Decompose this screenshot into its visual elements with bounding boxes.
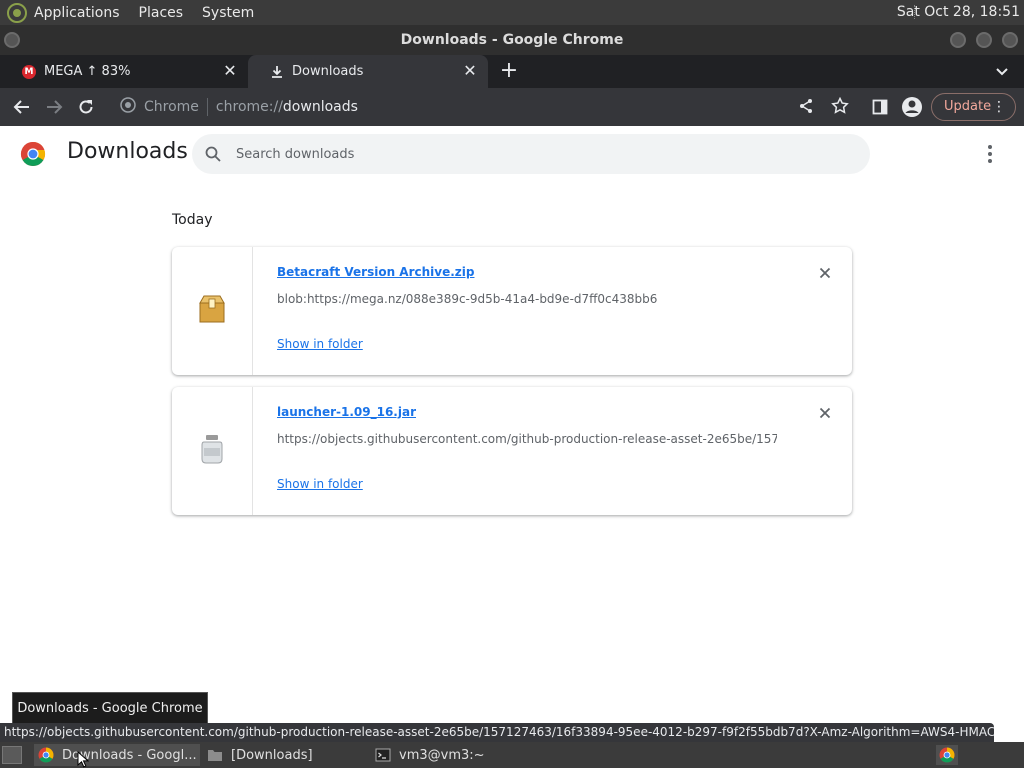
jar-icon (200, 434, 224, 468)
chrome-page-icon[interactable] (120, 97, 136, 117)
terminal-icon (375, 747, 391, 763)
menu-system[interactable]: System (202, 5, 254, 21)
desktop-taskbar: Downloads - Googl... [Downloads] vm3@vm3… (0, 742, 1024, 768)
window-menu-button[interactable] (4, 32, 20, 48)
tab-strip: M MEGA ↑ 83% ✕ Downloads ✕ + (0, 55, 1024, 88)
menu-places[interactable]: Places (139, 5, 184, 21)
tab-mega[interactable]: M MEGA ↑ 83% ✕ (0, 55, 248, 88)
show-in-folder-link[interactable]: Show in folder (277, 477, 363, 491)
forward-arrow-icon[interactable] (43, 96, 65, 118)
browser-menu-icon[interactable]: ⋮ (992, 94, 1006, 120)
back-arrow-icon[interactable] (11, 96, 33, 118)
tray-chrome-icon[interactable] (936, 745, 958, 765)
panel-clock[interactable]: Sat Oct 28, 18:51 (897, 4, 1020, 20)
show-desktop-button[interactable] (2, 746, 22, 764)
taskbar-item-files[interactable]: [Downloads] (205, 744, 365, 766)
download-item: launcher-1.09_16.jar https://objects.git… (172, 387, 852, 515)
menu-applications[interactable]: Applications (34, 5, 120, 21)
downloads-page: Downloads Today Betacraft Version Archiv… (0, 126, 1024, 742)
reload-icon[interactable] (75, 96, 97, 118)
taskbar-tooltip: Downloads - Google Chrome (12, 692, 208, 726)
file-icon-column (172, 387, 253, 515)
omnibox[interactable]: Chrome chrome://downloads (112, 92, 932, 122)
page-title: Downloads (67, 139, 188, 164)
download-icon (270, 65, 284, 79)
window-titlebar[interactable]: Downloads - Google Chrome (0, 25, 1024, 55)
url-scheme: chrome:// (215, 99, 283, 115)
search-icon (204, 145, 222, 163)
omnibox-chip-label: Chrome (144, 99, 199, 115)
mouse-pointer-icon (77, 750, 90, 768)
close-window-button[interactable] (1002, 32, 1018, 48)
file-name-link[interactable]: launcher-1.09_16.jar (277, 405, 416, 419)
archive-icon (198, 294, 226, 328)
browser-toolbar: Chrome chrome://downloads Update ⋮ (0, 88, 1024, 126)
tab-search-chevron-icon[interactable] (994, 63, 1010, 79)
search-input[interactable] (236, 146, 836, 162)
download-item: Betacraft Version Archive.zip blob:https… (172, 247, 852, 375)
file-source-url[interactable]: https://objects.githubusercontent.com/gi… (277, 432, 777, 446)
desktop-top-panel: Applications Places System Sat Oct 28, 1… (0, 0, 1024, 25)
bookmark-star-icon[interactable] (831, 96, 849, 119)
search-downloads-box[interactable] (192, 134, 870, 174)
side-panel-icon[interactable] (869, 96, 891, 118)
file-name-link[interactable]: Betacraft Version Archive.zip (277, 265, 474, 279)
file-source-url[interactable]: blob:https://mega.nz/088e389c-9d5b-41a4-… (277, 292, 777, 306)
maximize-button[interactable] (976, 32, 992, 48)
taskbar-item-chrome[interactable]: Downloads - Googl... (34, 744, 200, 766)
tab-label: Downloads (292, 64, 364, 79)
distro-logo-icon[interactable] (7, 2, 27, 23)
date-section-heading: Today (172, 212, 213, 228)
taskbar-item-label: [Downloads] (231, 747, 313, 763)
file-icon-column (172, 247, 253, 375)
omnibox-divider (206, 98, 208, 116)
remove-download-icon[interactable] (817, 405, 833, 421)
profile-avatar-icon[interactable] (901, 96, 923, 118)
update-button[interactable]: Update ⋮ (931, 93, 1016, 121)
update-label: Update (944, 99, 992, 114)
tab-label: MEGA ↑ 83% (44, 64, 131, 79)
chrome-icon (38, 747, 54, 763)
remove-download-icon[interactable] (817, 265, 833, 281)
close-tab-icon[interactable]: ✕ (222, 63, 238, 79)
link-status-bubble: https://objects.githubusercontent.com/gi… (0, 723, 994, 742)
chrome-logo-icon (20, 141, 46, 167)
tab-downloads[interactable]: Downloads ✕ (248, 55, 488, 88)
minimize-button[interactable] (950, 32, 966, 48)
mega-icon: M (22, 64, 36, 79)
taskbar-item-label: vm3@vm3:~ (399, 747, 485, 763)
folder-icon (207, 747, 223, 763)
window-title: Downloads - Google Chrome (400, 32, 624, 48)
close-tab-icon[interactable]: ✕ (462, 63, 478, 79)
url-host: downloads (282, 99, 358, 115)
new-tab-button[interactable]: + (498, 60, 520, 83)
show-in-folder-link[interactable]: Show in folder (277, 337, 363, 351)
more-actions-icon[interactable] (980, 143, 1000, 165)
downloads-header: Downloads (0, 126, 1024, 182)
taskbar-item-terminal[interactable]: vm3@vm3:~ (373, 744, 533, 766)
share-icon[interactable] (798, 98, 814, 118)
